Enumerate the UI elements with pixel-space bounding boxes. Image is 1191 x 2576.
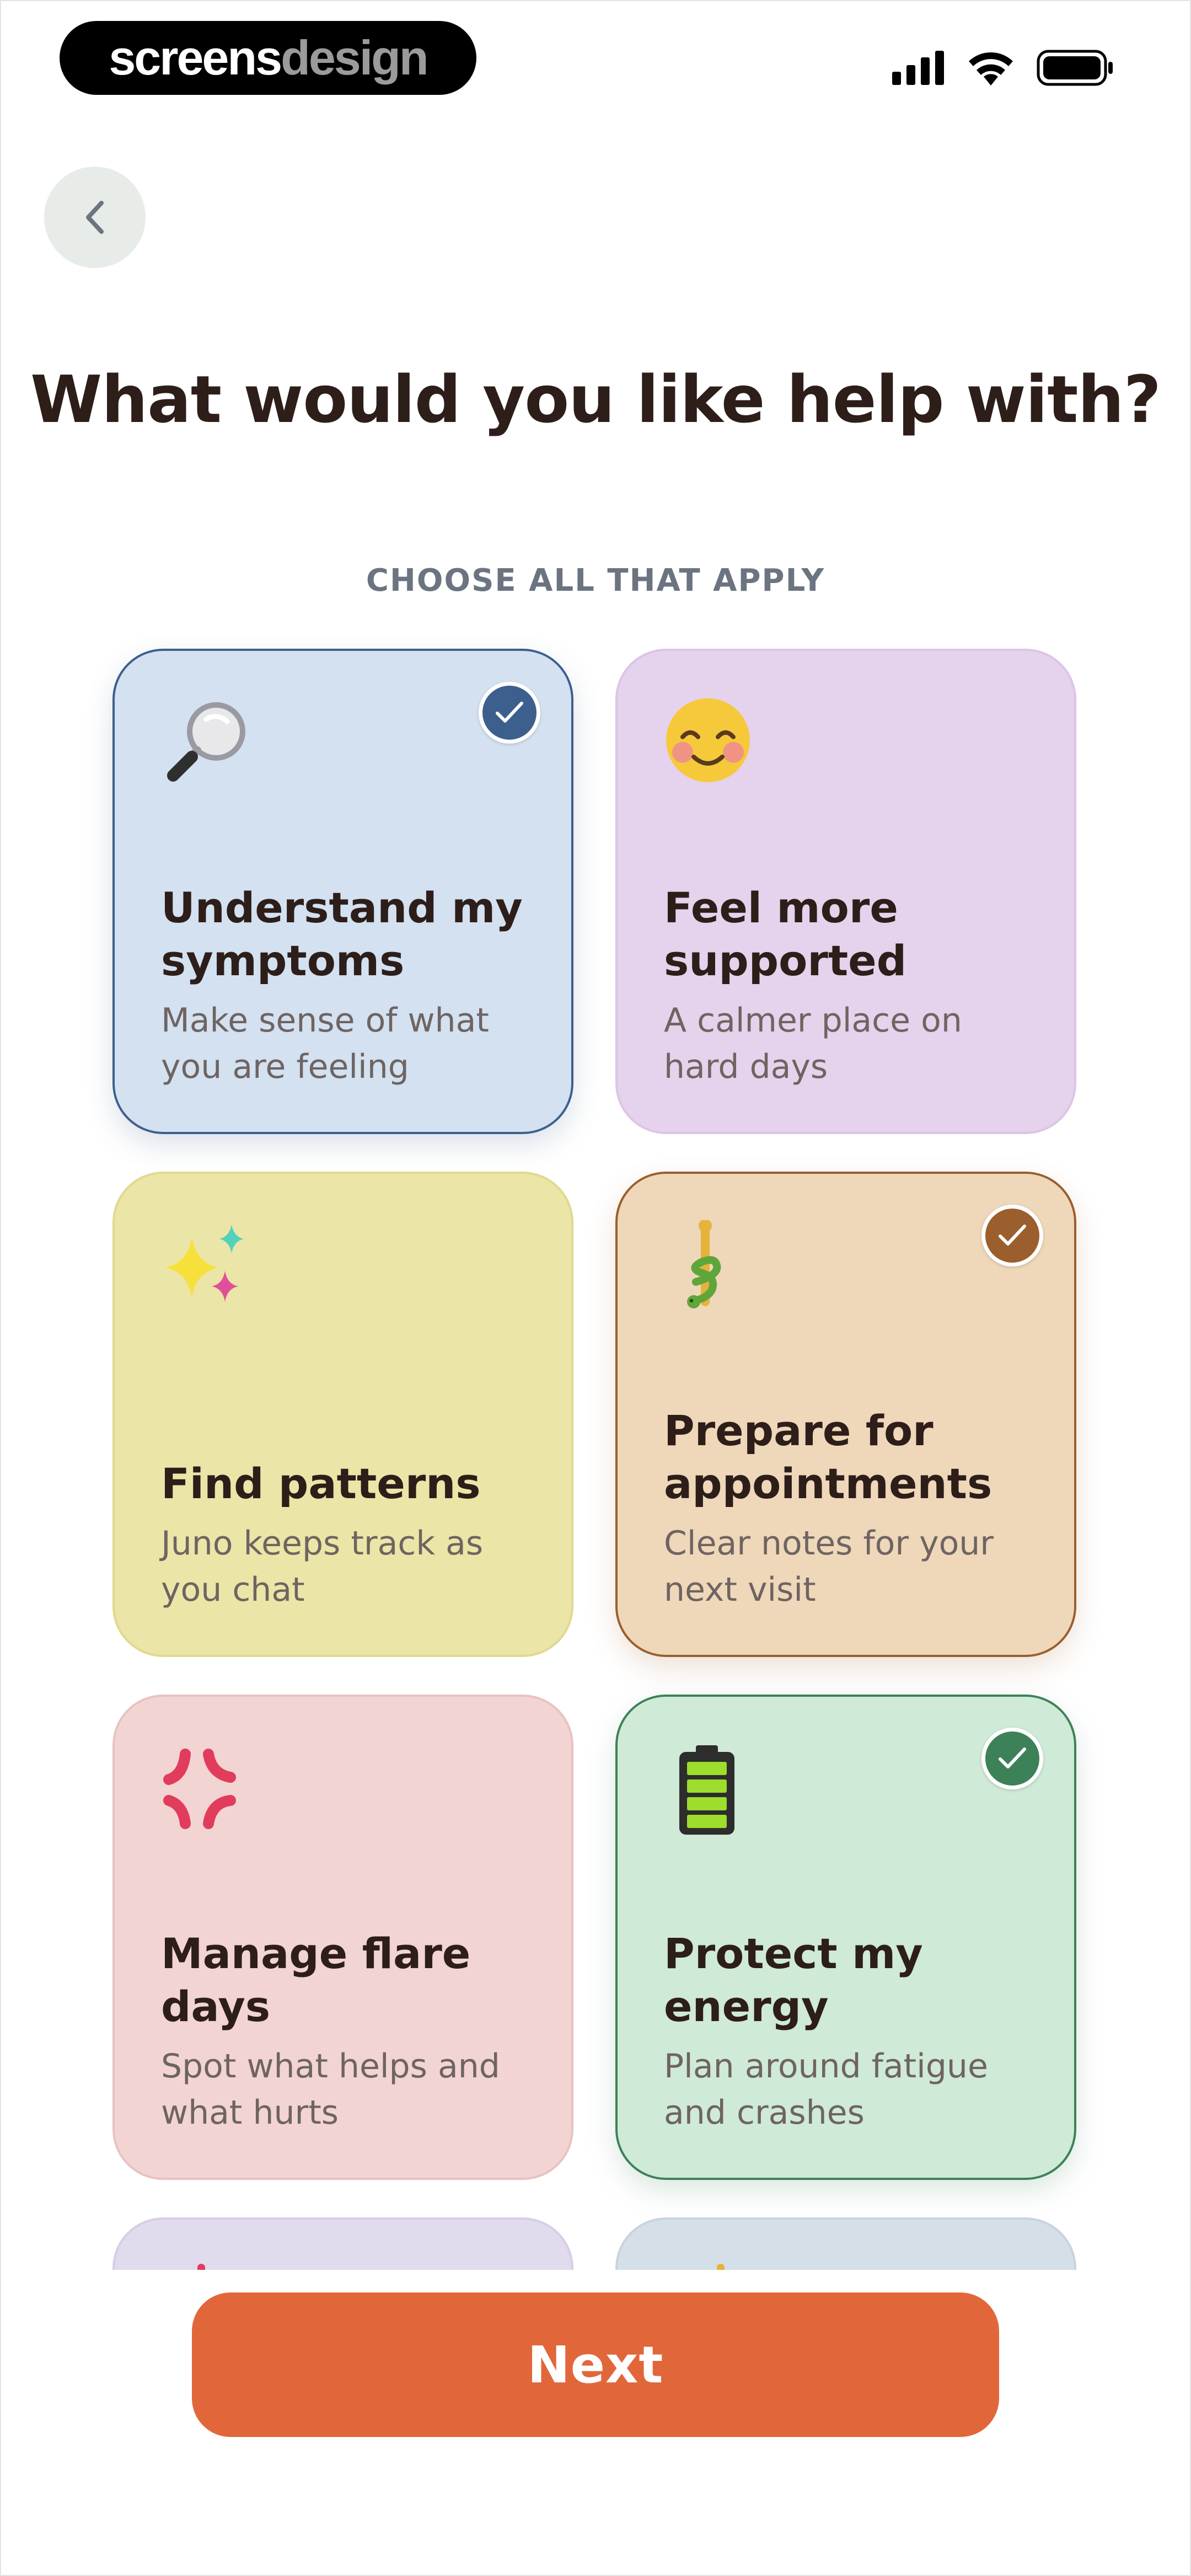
wifi-icon: [969, 52, 1013, 85]
option-description: Plan around fatigue: [664, 2047, 988, 2086]
option-title: Understand my: [161, 883, 523, 932]
option-title: days: [161, 1982, 271, 2031]
option-title: Prepare for: [664, 1406, 934, 1455]
back-button[interactable]: [44, 167, 146, 268]
option-title: Manage flare: [161, 1929, 471, 1978]
cellular-signal-icon: [892, 51, 944, 85]
sparkles-icon: [165, 1225, 244, 1302]
magnifying-glass-icon: [167, 702, 245, 782]
partial-icon: [717, 2264, 725, 2270]
option-description: and crashes: [664, 2093, 865, 2132]
option-description: Juno keeps track as: [161, 1524, 484, 1563]
option-title: supported: [664, 936, 907, 985]
option-description: Spot what helps and: [161, 2047, 500, 2086]
brand-logo: screens design: [60, 21, 476, 95]
chevron-left-icon: [86, 201, 104, 234]
status-icons: [892, 49, 1114, 87]
option-card-find-patterns[interactable]: Find patterns Juno keeps track as you ch…: [112, 1172, 573, 1657]
option-description: hard days: [664, 1047, 828, 1086]
option-description: you are feeling: [161, 1047, 409, 1086]
option-title: appointments: [664, 1459, 993, 1508]
option-description: what hurts: [161, 2093, 339, 2132]
partial-icon: [197, 2264, 205, 2270]
option-description: Clear notes for your: [664, 1524, 994, 1563]
option-card-protect-energy[interactable]: Protect my energy Plan around fatigue an…: [615, 1695, 1076, 2180]
option-card-feel-supported[interactable]: Feel more supported A calmer place on ha…: [615, 649, 1076, 1134]
smiling-face-icon: [666, 698, 750, 782]
next-button[interactable]: Next: [192, 2292, 999, 2437]
battery-full-icon: [679, 1745, 734, 1835]
option-card-partial[interactable]: [112, 2217, 573, 2270]
page-title: What would you like help with?: [30, 361, 1161, 437]
option-card-prepare-appointments[interactable]: Prepare for appointments Clear notes for…: [615, 1172, 1076, 1657]
brand-logo-text-primary: screens: [109, 30, 282, 85]
option-description: next visit: [664, 1570, 816, 1609]
option-title: Feel more: [664, 883, 898, 932]
option-card-partial[interactable]: [615, 2217, 1076, 2270]
battery-icon: [1037, 50, 1113, 86]
options-grid: Understand my symptoms Make sense of wha…: [0, 629, 1191, 2270]
selected-check-icon: [981, 1728, 1043, 1789]
selected-check-icon: [479, 682, 540, 744]
option-description: Make sense of what: [161, 1001, 489, 1040]
option-description: you chat: [161, 1570, 305, 1609]
option-title: symptoms: [161, 936, 405, 985]
option-card-understand-symptoms[interactable]: Understand my symptoms Make sense of wha…: [112, 649, 573, 1134]
option-title: Protect my: [664, 1929, 923, 1978]
option-title: energy: [664, 1982, 829, 2031]
option-card-manage-flare-days[interactable]: Manage flare days Spot what helps and wh…: [112, 1695, 573, 2180]
brand-logo-text-secondary: design: [281, 30, 429, 85]
page-subtitle: CHOOSE ALL THAT APPLY: [366, 563, 825, 598]
medical-staff-icon: [687, 1220, 721, 1308]
anger-symbol-icon: [163, 1749, 236, 1829]
option-title: Find patterns: [161, 1459, 481, 1508]
selected-check-icon: [981, 1205, 1043, 1266]
option-description: A calmer place on: [664, 1001, 962, 1040]
